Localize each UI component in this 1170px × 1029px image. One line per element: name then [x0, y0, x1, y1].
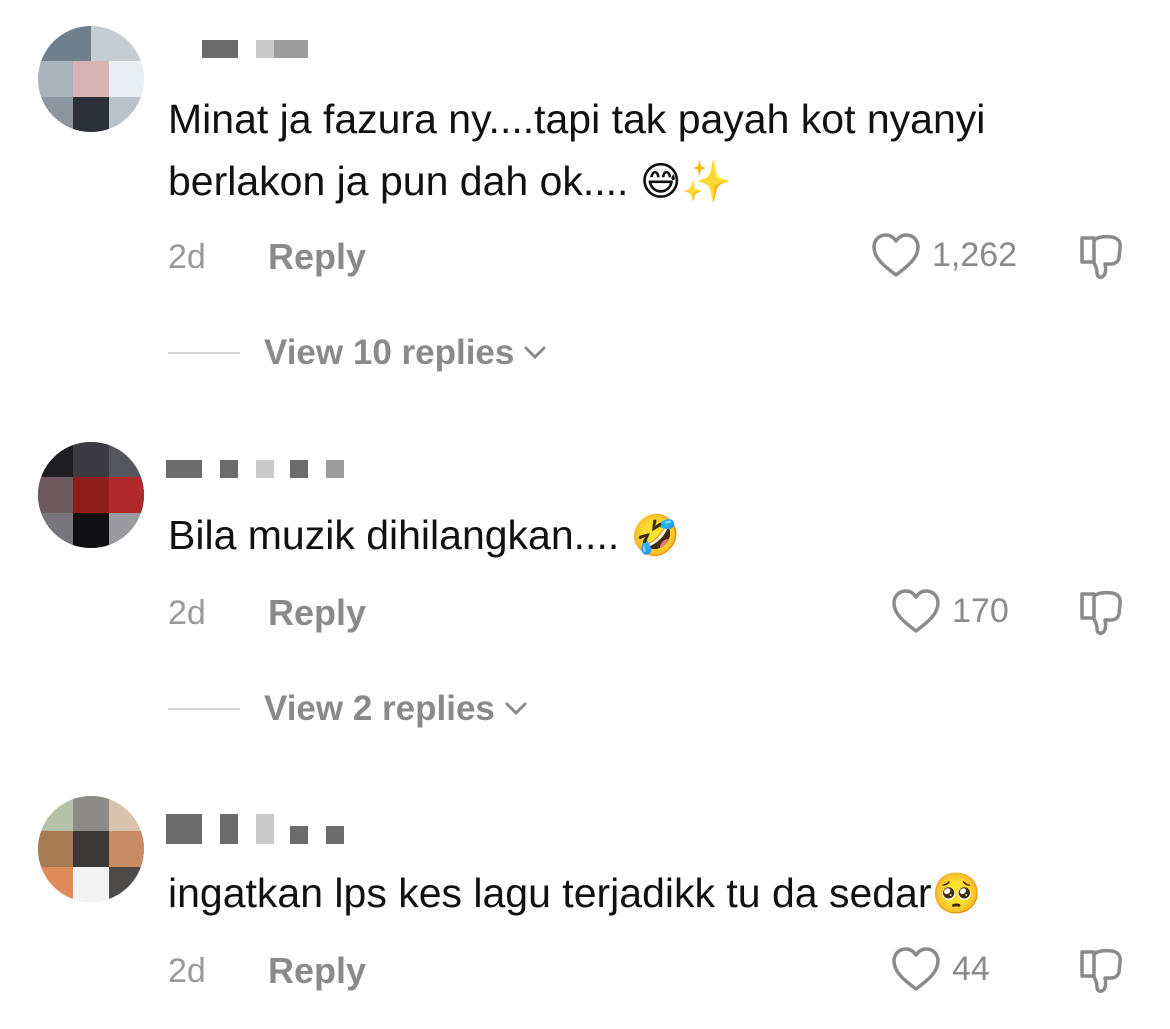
like-button[interactable]: 170 — [890, 588, 1009, 634]
timestamp: 2d — [168, 952, 206, 990]
divider-line — [168, 708, 240, 710]
reply-button[interactable]: Reply — [268, 950, 366, 992]
like-button[interactable]: 44 — [890, 946, 990, 992]
chevron-down-icon — [505, 702, 527, 716]
comment-text: ingatkan lps kes lagu terjadikk tu da se… — [168, 870, 982, 916]
view-replies-label: View 10 replies — [264, 333, 515, 372]
avatar[interactable] — [38, 26, 144, 132]
like-count: 1,262 — [932, 235, 1018, 274]
comment-text: Bila muzik dihilangkan.... 🤣 — [168, 512, 681, 558]
comment-actions: 2d Reply 44 — [168, 942, 1128, 1002]
reply-button[interactable]: Reply — [268, 236, 366, 278]
view-replies-button[interactable]: View 2 replies — [168, 684, 529, 734]
divider-line — [168, 352, 240, 354]
username-redacted[interactable] — [166, 456, 366, 486]
comment-actions: 2d Reply 170 — [168, 584, 1128, 644]
view-replies-button[interactable]: View 10 replies — [168, 328, 548, 378]
avatar[interactable] — [38, 442, 144, 548]
reply-button[interactable]: Reply — [268, 592, 366, 634]
timestamp: 2d — [168, 594, 206, 632]
avatar[interactable] — [38, 796, 144, 902]
comment-actions: 2d Reply 1,262 — [168, 228, 1128, 288]
timestamp: 2d — [168, 238, 206, 276]
thumbs-down-icon — [1080, 234, 1122, 279]
chevron-down-icon — [524, 346, 546, 360]
comment-text: Minat ja fazura ny....tapi tak payah kot… — [168, 96, 986, 204]
thumbs-down-icon — [1080, 590, 1122, 635]
username-redacted[interactable] — [166, 812, 366, 844]
heart-outline-icon — [892, 589, 940, 633]
heart-outline-icon — [872, 233, 920, 277]
dislike-button[interactable] — [1074, 942, 1128, 996]
emoji: 🤣 — [630, 514, 681, 558]
like-count: 44 — [952, 949, 990, 988]
view-replies-label: View 2 replies — [264, 689, 495, 728]
dislike-button[interactable] — [1074, 228, 1128, 282]
username-redacted[interactable] — [166, 36, 366, 66]
emoji: 😅✨ — [639, 160, 732, 204]
dislike-button[interactable] — [1074, 584, 1128, 638]
like-count: 170 — [952, 591, 1009, 630]
emoji: 🥺 — [931, 872, 982, 916]
like-button[interactable]: 1,262 — [870, 232, 1017, 278]
thumbs-down-icon — [1080, 948, 1122, 993]
heart-outline-icon — [892, 947, 940, 991]
